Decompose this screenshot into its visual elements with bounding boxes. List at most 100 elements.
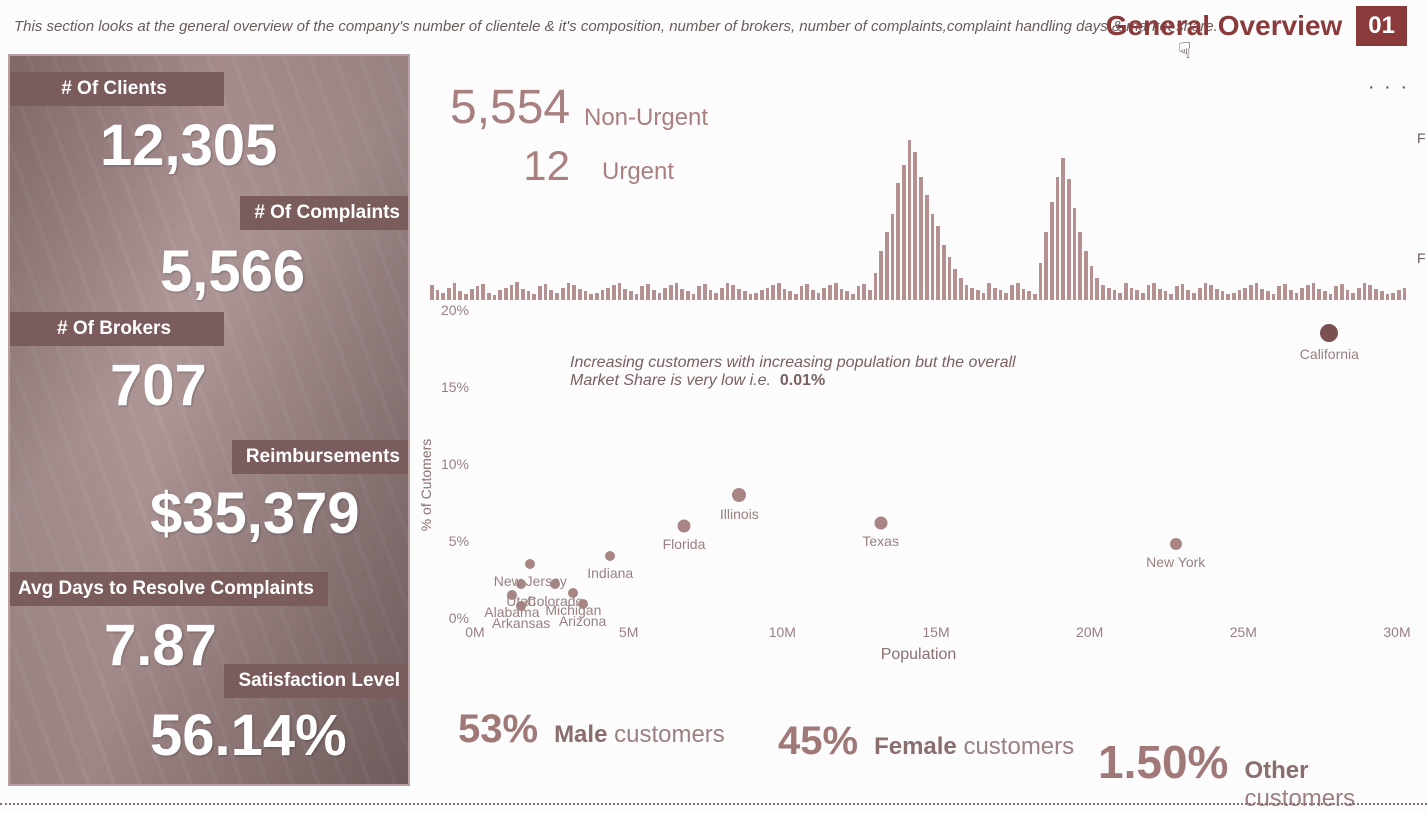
histogram-bar	[1221, 291, 1225, 300]
histogram-bar	[959, 278, 963, 300]
histogram-bar	[1209, 285, 1213, 300]
filter-stub-2[interactable]: F	[1417, 250, 1427, 266]
histogram-bar	[1226, 294, 1230, 300]
histogram-bar	[834, 283, 838, 300]
histogram-bar	[1073, 208, 1077, 300]
histogram-bar	[572, 285, 576, 300]
histogram-bar	[1039, 263, 1043, 300]
histogram-bar	[589, 294, 593, 300]
histogram-bar	[1067, 179, 1071, 300]
histogram-bar	[612, 285, 616, 300]
histogram-bar	[891, 214, 895, 300]
histogram-bar	[629, 291, 633, 300]
ytick: 15%	[437, 379, 469, 395]
histogram-bar	[1403, 288, 1407, 300]
histogram-bar	[1181, 284, 1185, 300]
histogram-bar	[931, 214, 935, 300]
histogram-bar	[828, 285, 832, 300]
histogram-bar	[737, 289, 741, 300]
histogram-bar	[436, 290, 440, 300]
page-number-badge: 01	[1356, 6, 1407, 46]
histogram-bar	[1175, 286, 1179, 300]
histogram-bar	[1306, 285, 1310, 300]
histogram-bar	[1186, 290, 1190, 300]
histogram-bar	[555, 293, 559, 300]
histogram-bar	[567, 283, 571, 300]
scatter-point[interactable]	[732, 488, 746, 502]
histogram-bar	[800, 286, 804, 300]
xtick: 25M	[1230, 624, 1257, 640]
xtick: 15M	[922, 624, 949, 640]
xtick: 30M	[1383, 624, 1410, 640]
histogram-bar	[948, 257, 952, 300]
histogram-bar	[936, 226, 940, 300]
scatter-point[interactable]	[1170, 538, 1182, 550]
histogram-bar	[515, 282, 519, 300]
page-title[interactable]: General Overview	[1106, 10, 1343, 42]
histogram-bar	[766, 288, 770, 300]
other-block: 1.50% Other customers	[1098, 735, 1407, 813]
histogram-bar	[476, 286, 480, 300]
scatter-point[interactable]	[568, 588, 578, 598]
histogram-bar	[1255, 283, 1259, 300]
complaints-histogram[interactable]	[430, 140, 1407, 300]
histogram-bar	[1027, 291, 1031, 300]
histogram-bar	[879, 251, 883, 300]
histogram-bar	[965, 285, 969, 300]
histogram-bar	[595, 293, 599, 300]
histogram-bar	[1107, 288, 1111, 300]
histogram-bar	[783, 289, 787, 300]
histogram-bar	[1329, 294, 1333, 300]
histogram-bar	[1266, 291, 1270, 300]
kpi-reimb-value: $35,379	[150, 480, 360, 547]
male-label: Male customers	[554, 721, 725, 749]
xtick: 10M	[769, 624, 796, 640]
scatter-point[interactable]	[874, 516, 887, 529]
histogram-bar	[487, 293, 491, 300]
female-label: Female customers	[874, 733, 1074, 761]
histogram-bar	[1090, 266, 1094, 300]
scatter-point[interactable]	[525, 559, 535, 569]
histogram-bar	[840, 289, 844, 300]
histogram-bar	[1135, 290, 1139, 300]
histogram-bar	[982, 293, 986, 300]
histogram-bar	[1152, 283, 1156, 300]
histogram-bar	[726, 283, 730, 300]
kpi-brokers-label: # Of Brokers	[8, 312, 224, 346]
scatter-point[interactable]	[677, 519, 690, 532]
ytick: 0%	[437, 610, 469, 626]
main-area: 5,554 Non-Urgent 12 Urgent % of Cutomers…	[430, 80, 1407, 795]
histogram-bar	[1050, 202, 1054, 300]
histogram-bar	[601, 290, 605, 300]
histogram-bar	[544, 284, 548, 300]
filter-stub-1[interactable]: F	[1417, 130, 1427, 146]
histogram-bar	[1198, 288, 1202, 300]
histogram-bar	[993, 288, 997, 300]
scatter-point[interactable]	[1320, 324, 1338, 342]
kpi-brokers-value: 707	[110, 352, 207, 419]
histogram-bar	[942, 245, 946, 300]
scatter-point[interactable]	[605, 551, 615, 561]
histogram-bar	[857, 286, 861, 300]
histogram-bar	[527, 291, 531, 300]
histogram-bar	[646, 284, 650, 300]
histogram-bar	[1283, 284, 1287, 300]
scatter-point[interactable]	[578, 599, 588, 609]
kpi-satisfaction-value: 56.14%	[150, 702, 347, 769]
histogram-bar	[1346, 290, 1350, 300]
histogram-bar	[1169, 294, 1173, 300]
histogram-bar	[1232, 293, 1236, 300]
histogram-bar	[1312, 283, 1316, 300]
histogram-bar	[760, 290, 764, 300]
histogram-bar	[1317, 289, 1321, 300]
histogram-bar	[669, 285, 673, 300]
histogram-bar	[1118, 293, 1122, 300]
histogram-bar	[1368, 285, 1372, 300]
scatter-annotation: Increasing customers with increasing pop…	[570, 354, 1016, 390]
histogram-bar	[441, 293, 445, 300]
xtick: 20M	[1076, 624, 1103, 640]
histogram-bar	[874, 273, 878, 300]
histogram-bar	[584, 291, 588, 300]
histogram-bar	[618, 283, 622, 300]
histogram-bar	[953, 269, 957, 300]
